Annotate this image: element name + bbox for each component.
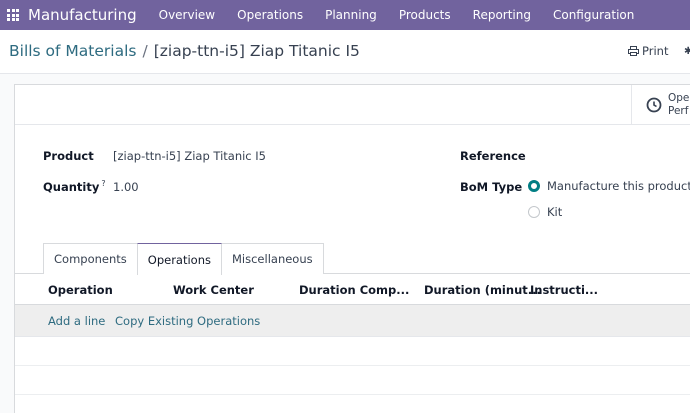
tab-components[interactable]: Components [43, 243, 138, 274]
smart-button-text: Ope Perf [668, 92, 689, 118]
form-sheet: Ope Perf Product [ziap-ttn-i5] Ziap Tita… [14, 84, 690, 413]
bom-type-kit-radio[interactable]: Kit [528, 205, 562, 219]
bom-type-label: BoM Type [460, 180, 523, 194]
menu-operations[interactable]: Operations [237, 8, 303, 22]
control-panel: Bills of Materials / [ziap-ttn-i5] Ziap Ti… [0, 30, 690, 74]
column-operation[interactable]: Operation [48, 283, 113, 297]
table-row [15, 366, 690, 395]
column-work-center[interactable]: Work Center [173, 283, 254, 297]
radio-checked-icon [528, 180, 540, 192]
menu-reporting[interactable]: Reporting [473, 8, 531, 22]
smart-button-line2: Perf [668, 105, 689, 117]
breadcrumb-parent-link[interactable]: Bills of Materials [9, 42, 136, 60]
breadcrumb-current: [ziap-ttn-i5] Ziap Titanic I5 [153, 42, 360, 60]
copy-existing-operations-link[interactable]: Copy Existing Operations [115, 314, 260, 328]
print-button[interactable]: Print [628, 44, 668, 58]
bom-type-kit-label: Kit [547, 205, 563, 219]
gear-icon[interactable]: ✱ [684, 46, 690, 57]
smart-button-line1: Ope [668, 92, 690, 104]
menu-overview[interactable]: Overview [159, 8, 216, 22]
column-duration-computation[interactable]: Duration Comp... [299, 283, 409, 297]
table-row [15, 395, 690, 413]
menu-configuration[interactable]: Configuration [553, 8, 634, 22]
clock-icon [646, 97, 662, 113]
operations-performance-button[interactable]: Ope Perf [631, 85, 690, 125]
table-row [15, 337, 690, 366]
bom-type-manufacture-label: Manufacture this product [547, 179, 690, 193]
top-navbar: Manufacturing Overview Operations Planni… [0, 0, 690, 30]
add-line-row: Add a line Copy Existing Operations [15, 305, 690, 337]
tab-operations[interactable]: Operations [136, 243, 222, 275]
reference-label: Reference [460, 149, 526, 163]
operations-table-header: Operation Work Center Duration Comp... D… [15, 274, 690, 305]
menu-products[interactable]: Products [399, 8, 451, 22]
product-label: Product [43, 149, 94, 163]
quantity-field[interactable]: 1.00 [113, 180, 139, 194]
breadcrumb-separator: / [142, 42, 148, 60]
app-name[interactable]: Manufacturing [28, 6, 137, 24]
tab-miscellaneous[interactable]: Miscellaneous [221, 243, 324, 274]
print-label: Print [642, 44, 669, 58]
apps-menu-icon[interactable] [7, 9, 19, 21]
notebook-tabs: Components Operations Miscellaneous [43, 243, 324, 275]
button-box: Ope Perf [15, 85, 690, 125]
menu-planning[interactable]: Planning [325, 8, 377, 22]
radio-unchecked-icon [528, 206, 540, 218]
quantity-help-icon[interactable]: ? [101, 179, 105, 188]
bom-type-manufacture-radio[interactable]: Manufacture this product [528, 179, 690, 193]
quantity-label: Quantity? [43, 179, 106, 194]
column-instructions[interactable]: Instructi... [530, 283, 598, 297]
product-field[interactable]: [ziap-ttn-i5] Ziap Titanic I5 [113, 149, 266, 163]
printer-icon [628, 46, 639, 56]
add-a-line-link[interactable]: Add a line [48, 314, 105, 328]
quantity-label-text: Quantity [43, 179, 100, 194]
column-duration-minutes[interactable]: Duration (minut... [424, 283, 541, 297]
breadcrumb: Bills of Materials / [ziap-ttn-i5] Ziap Ti… [9, 42, 360, 60]
